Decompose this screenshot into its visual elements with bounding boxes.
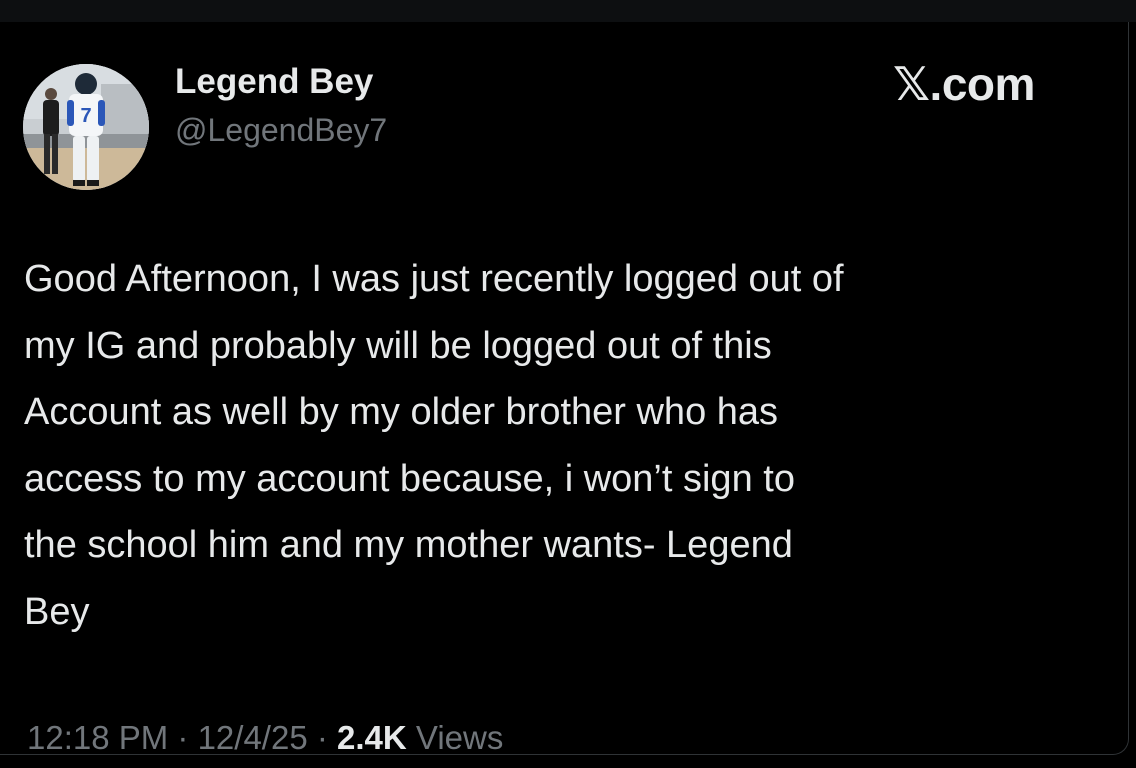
tweet-card[interactable]: 7 Legend Bey @LegendBey7 𝕏.com Good Afte… [0,22,1129,758]
meta-separator: · [168,719,198,756]
tweet-text: Good Afternoon, I was just recently logg… [24,258,844,633]
avatar-jersey-number: 7 [80,105,91,127]
avatar-photo: 7 [23,64,149,190]
meta-separator: · [307,719,338,756]
avatar[interactable]: 7 [23,64,149,190]
views-count[interactable]: 2.4K [337,719,407,756]
author-handle[interactable]: @LegendBey7 [175,111,387,149]
views-label: Views [406,719,504,756]
screenshot-page: 7 Legend Bey @LegendBey7 𝕏.com Good Afte… [0,0,1136,768]
tweet-date[interactable]: 12/4/25 [198,719,308,756]
tweet-time[interactable]: 12:18 PM [27,719,168,756]
tweet-meta: 12:18 PM · 12/4/25 · 2.4K Views [27,718,503,758]
author-name[interactable]: Legend Bey [175,62,373,102]
top-bar [0,0,1136,22]
x-logo: 𝕏.com [893,58,1035,110]
